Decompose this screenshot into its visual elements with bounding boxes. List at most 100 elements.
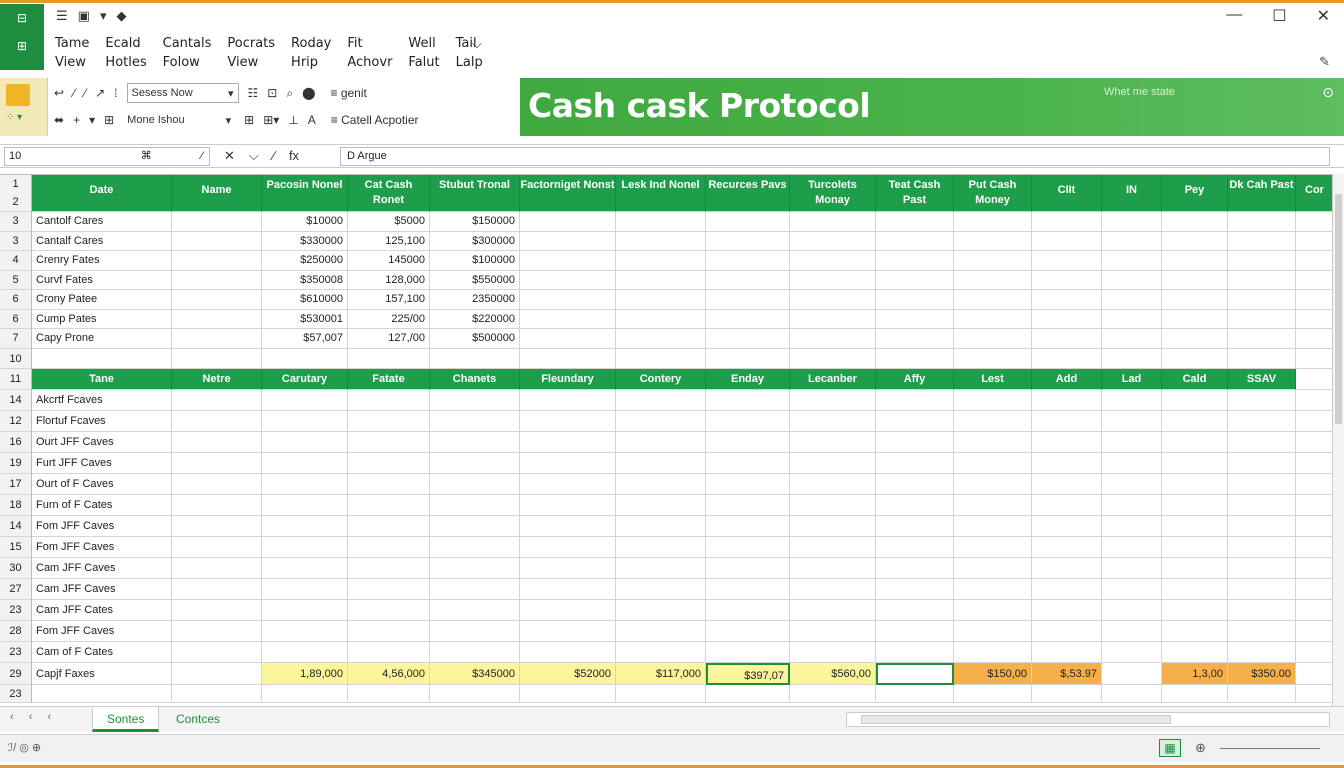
cell[interactable] <box>1162 494 1228 516</box>
row-header[interactable]: 18 <box>0 494 32 516</box>
cell[interactable] <box>616 251 706 271</box>
slash-icon[interactable]: ⁄ <box>73 86 75 100</box>
cell[interactable]: Fom JFF Caves <box>32 620 172 642</box>
cell[interactable] <box>706 431 790 453</box>
cell[interactable] <box>172 494 262 516</box>
cell[interactable] <box>790 494 876 516</box>
dropdown-icon[interactable]: ▾ <box>89 113 95 127</box>
row-header[interactable]: 28 <box>0 620 32 642</box>
cell[interactable]: Capy Prone <box>32 329 172 349</box>
scroll-thumb[interactable] <box>861 715 1171 724</box>
cell[interactable] <box>262 494 348 516</box>
cell[interactable]: $5000 <box>348 212 430 232</box>
cell[interactable] <box>954 641 1032 663</box>
cell[interactable] <box>1032 270 1102 290</box>
cell[interactable] <box>954 473 1032 495</box>
cell[interactable] <box>348 599 430 621</box>
cell[interactable] <box>430 452 520 474</box>
column-header[interactable]: Stubut Tronal <box>430 175 520 212</box>
cell[interactable] <box>706 557 790 579</box>
cell[interactable] <box>430 348 520 369</box>
cell[interactable] <box>520 536 616 558</box>
cell[interactable] <box>1228 251 1296 271</box>
sheet-tab-1[interactable]: Sontes <box>92 707 160 732</box>
formula-input[interactable]: D Argue <box>340 147 1330 166</box>
cell[interactable] <box>1228 431 1296 453</box>
cell[interactable] <box>1228 473 1296 495</box>
tell-me-search[interactable]: Whet me state <box>1104 86 1175 98</box>
cell[interactable] <box>876 389 954 411</box>
cell[interactable] <box>954 410 1032 432</box>
cell[interactable] <box>706 329 790 349</box>
column-header[interactable]: Tane <box>32 368 172 390</box>
style-combo[interactable]: Sesess Now ▾ <box>126 83 239 103</box>
cell[interactable] <box>520 599 616 621</box>
cell[interactable]: Curvf Fates <box>32 270 172 290</box>
cell[interactable] <box>1162 684 1228 703</box>
cell[interactable] <box>1102 231 1162 251</box>
name-box[interactable]: 10 ⌘ ⁄ <box>4 147 210 166</box>
cell[interactable] <box>616 641 706 663</box>
column-header[interactable]: Enday <box>706 368 790 390</box>
cell[interactable] <box>262 473 348 495</box>
cell[interactable] <box>706 578 790 600</box>
cell[interactable]: $250000 <box>262 251 348 271</box>
cell[interactable] <box>1162 452 1228 474</box>
cell[interactable] <box>616 329 706 349</box>
cell[interactable] <box>520 389 616 411</box>
cell[interactable] <box>520 329 616 349</box>
cell[interactable] <box>520 620 616 642</box>
cell[interactable] <box>1032 389 1102 411</box>
cell[interactable] <box>520 578 616 600</box>
cell[interactable] <box>790 212 876 232</box>
cell[interactable] <box>1162 290 1228 310</box>
cell[interactable] <box>1228 329 1296 349</box>
column-header[interactable]: Put Cash Money <box>954 175 1032 212</box>
cell[interactable] <box>1228 389 1296 411</box>
menu-item[interactable]: Hrip <box>291 55 347 70</box>
column-header[interactable]: Lest <box>954 368 1032 390</box>
row-header[interactable]: 23 <box>0 684 32 703</box>
cell[interactable] <box>706 620 790 642</box>
cell[interactable] <box>262 452 348 474</box>
cell[interactable] <box>706 473 790 495</box>
cell[interactable] <box>616 494 706 516</box>
cell[interactable] <box>430 494 520 516</box>
cell[interactable]: Crony Patee <box>32 290 172 310</box>
cell[interactable] <box>1296 290 1332 310</box>
arrow-icon[interactable]: ↗ <box>95 86 105 100</box>
cell[interactable] <box>520 431 616 453</box>
cell[interactable] <box>1032 473 1102 495</box>
column-header[interactable]: Lad <box>1102 368 1162 390</box>
cell[interactable]: Cam JFF Cates <box>32 599 172 621</box>
cell[interactable] <box>1102 452 1162 474</box>
row-header[interactable]: 30 <box>0 557 32 579</box>
column-header[interactable]: Pacosin Nonel <box>262 175 348 212</box>
cell[interactable]: Fom JFF Caves <box>32 536 172 558</box>
row-header[interactable]: 6 <box>0 290 32 310</box>
cell[interactable] <box>954 599 1032 621</box>
menu-item[interactable]: Lalp <box>456 55 499 70</box>
row-header[interactable]: 23 <box>0 599 32 621</box>
total-cell[interactable]: 1,3,00 <box>1162 662 1228 685</box>
cell[interactable] <box>520 494 616 516</box>
cell[interactable] <box>430 389 520 411</box>
menu-item[interactable]: Hotles <box>105 55 162 70</box>
cell[interactable] <box>1296 642 1332 663</box>
column-header[interactable]: Cat Cash Ronet <box>348 175 430 212</box>
cell[interactable] <box>1162 557 1228 579</box>
cell[interactable] <box>1162 348 1228 369</box>
cell[interactable] <box>706 599 790 621</box>
cell[interactable] <box>954 212 1032 232</box>
cell[interactable] <box>1162 641 1228 663</box>
sort-icon[interactable]: ⊥ <box>288 113 298 127</box>
cell[interactable] <box>1032 231 1102 251</box>
cell[interactable] <box>1228 309 1296 329</box>
column-header[interactable]: Carutary <box>262 368 348 390</box>
cell[interactable] <box>876 578 954 600</box>
enter-icon[interactable]: ⁄ <box>273 148 275 164</box>
cell[interactable] <box>1032 557 1102 579</box>
cell[interactable] <box>1102 290 1162 310</box>
column-header[interactable]: Name <box>172 175 262 212</box>
cell[interactable] <box>172 309 262 329</box>
